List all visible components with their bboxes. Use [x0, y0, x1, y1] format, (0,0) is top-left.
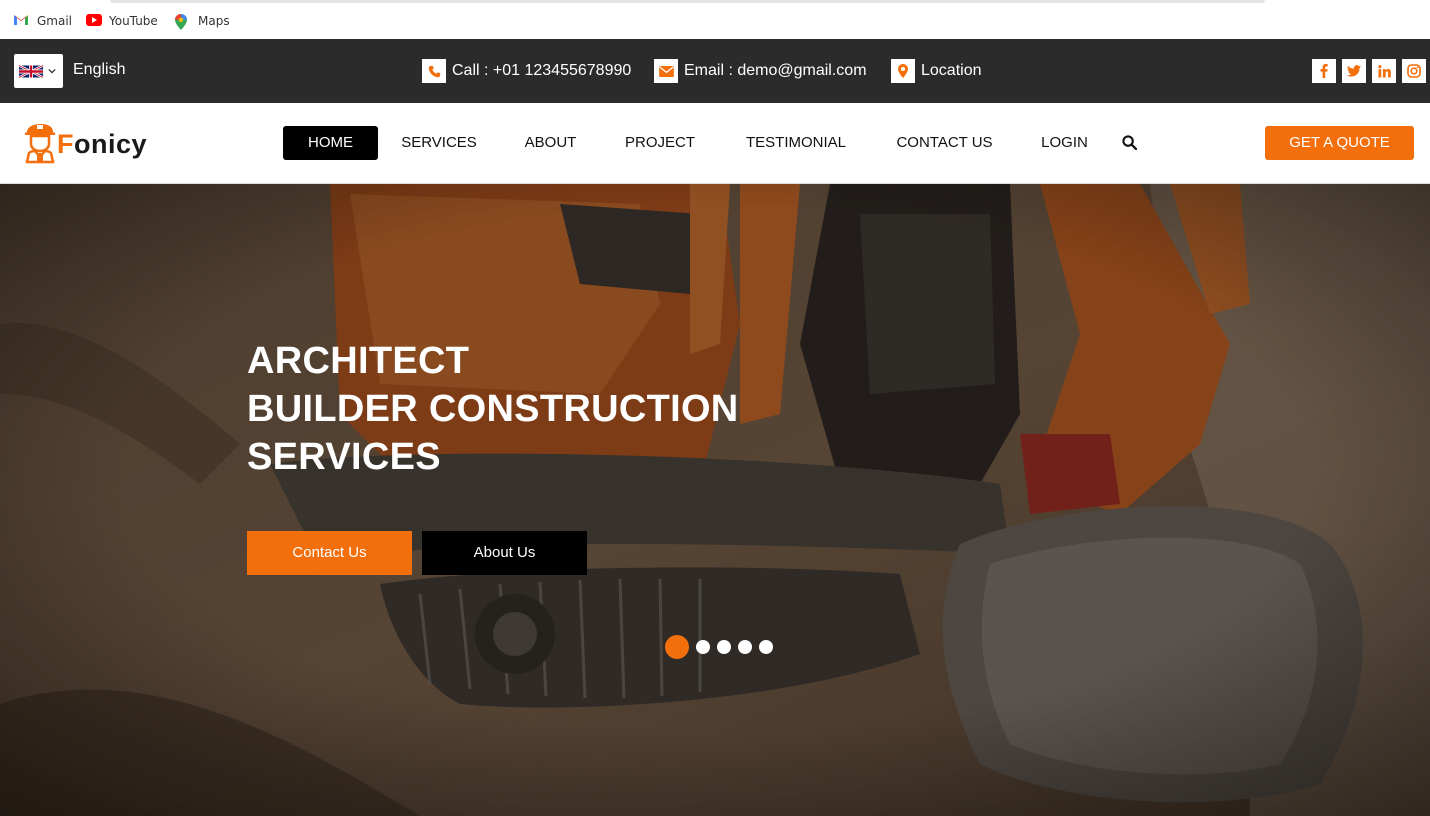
nav-home[interactable]: HOME: [283, 126, 378, 160]
logo-text: Fonicy: [57, 128, 148, 159]
instagram-icon[interactable]: [1402, 59, 1426, 83]
envelope-icon: [654, 59, 678, 83]
slider-pagination: [665, 635, 773, 659]
language-select[interactable]: [14, 54, 63, 88]
twitter-icon[interactable]: [1342, 59, 1366, 83]
gmail-icon: [14, 14, 30, 28]
slider-dot-1[interactable]: [665, 635, 689, 659]
top-contact-bar: English Call : +01 123455678990 Email : …: [0, 39, 1430, 103]
nav-contact-us[interactable]: CONTACT US: [887, 126, 1002, 160]
map-pin-icon: [891, 59, 915, 83]
slider-dot-5[interactable]: [759, 640, 773, 654]
youtube-icon: [86, 14, 102, 28]
phone-text: Call : +01 123455678990: [452, 62, 632, 79]
phone-contact[interactable]: Call : +01 123455678990: [422, 59, 631, 83]
nav-login[interactable]: LOGIN: [1032, 126, 1097, 160]
about-us-button[interactable]: About Us: [422, 531, 587, 575]
bookmark-label: Maps: [198, 14, 230, 28]
social-links: [1312, 59, 1426, 83]
phone-icon: [422, 59, 446, 83]
nav-testimonial[interactable]: TESTIMONIAL: [735, 126, 857, 160]
address-bar-edge: [110, 0, 1265, 3]
get-a-quote-button[interactable]: GET A QUOTE: [1265, 126, 1414, 160]
uk-flag-icon: [19, 64, 43, 78]
main-navbar: Fonicy HOME SERVICES ABOUT PROJECT TESTI…: [0, 103, 1430, 184]
hero-slider: ARCHITECT BUILDER CONSTRUCTION SERVICES …: [0, 184, 1430, 816]
location-contact[interactable]: Location: [891, 59, 982, 83]
hero-title-line: BUILDER CONSTRUCTION: [247, 388, 739, 430]
bookmark-youtube[interactable]: YouTube: [86, 13, 158, 29]
bookmark-label: YouTube: [109, 14, 158, 28]
hero-title-line: ARCHITECT: [247, 340, 470, 382]
contact-us-button[interactable]: Contact Us: [247, 531, 412, 575]
search-icon[interactable]: [1122, 135, 1138, 151]
location-text: Location: [921, 62, 982, 79]
email-contact[interactable]: Email : demo@gmail.com: [654, 59, 867, 83]
facebook-icon[interactable]: [1312, 59, 1336, 83]
linkedin-icon[interactable]: [1372, 59, 1396, 83]
nav-services[interactable]: SERVICES: [394, 126, 484, 160]
language-label: English: [73, 61, 126, 78]
hero-title: ARCHITECT BUILDER CONSTRUCTION SERVICES: [247, 337, 739, 481]
slider-dot-3[interactable]: [717, 640, 731, 654]
hero-dark-overlay: [0, 184, 1430, 816]
chevron-down-icon: [48, 68, 56, 74]
bookmarks-bar: Gmail YouTube Maps: [0, 0, 1430, 39]
maps-icon: [175, 14, 191, 30]
nav-project[interactable]: PROJECT: [616, 126, 704, 160]
slider-dot-2[interactable]: [696, 640, 710, 654]
nav-about[interactable]: ABOUT: [515, 126, 586, 160]
bookmark-gmail[interactable]: Gmail: [14, 13, 72, 29]
bookmark-maps[interactable]: Maps: [175, 13, 230, 30]
hardhat-worker-logo-icon: [25, 124, 55, 164]
slider-dot-4[interactable]: [738, 640, 752, 654]
email-text: Email : demo@gmail.com: [684, 62, 867, 79]
hero-title-line: SERVICES: [247, 436, 441, 478]
brand-logo[interactable]: Fonicy: [23, 123, 147, 165]
bookmark-label: Gmail: [37, 14, 73, 28]
